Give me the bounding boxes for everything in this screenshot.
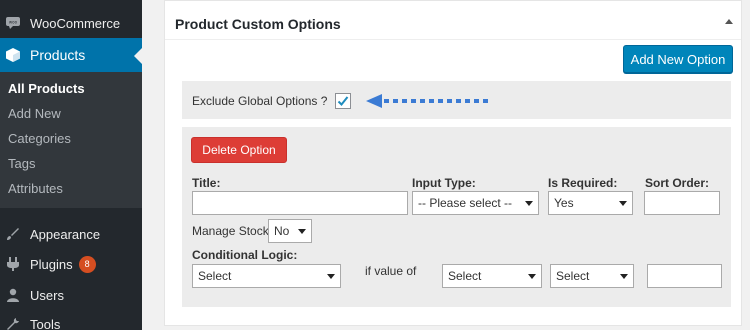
sidebar-item-appearance[interactable]: Appearance [0, 222, 142, 246]
chevron-down-icon [619, 201, 627, 206]
title-label: Title: [192, 176, 221, 190]
chevron-down-icon [620, 274, 628, 279]
input-type-label: Input Type: [412, 176, 476, 190]
delete-option-button[interactable]: Delete Option [191, 137, 287, 163]
svg-text:woo: woo [9, 20, 18, 25]
sidebar-item-products[interactable]: Products [0, 38, 142, 72]
chevron-down-icon [327, 274, 335, 279]
chevron-down-icon [298, 229, 306, 234]
input-type-value: -- Please select -- [418, 196, 513, 210]
products-submenu: All Products Add New Categories Tags Att… [0, 72, 142, 208]
is-required-value: Yes [554, 196, 574, 210]
appearance-icon [6, 227, 20, 241]
is-required-select[interactable]: Yes [548, 191, 633, 215]
pointer-arrow-icon [366, 94, 488, 108]
panel-title: Product Custom Options [175, 16, 341, 32]
sidebar-item-plugins[interactable]: Plugins 8 [0, 252, 142, 276]
panel-divider [165, 39, 741, 40]
plugins-update-badge: 8 [78, 255, 96, 273]
sort-order-input[interactable] [644, 191, 720, 215]
woocommerce-icon: woo [6, 16, 20, 30]
plugins-icon [6, 257, 20, 271]
condition-extra-input[interactable] [647, 264, 722, 288]
condition-field-select[interactable]: Select [442, 264, 542, 288]
sidebar-item-label: WooCommerce [30, 15, 121, 31]
product-custom-options-panel: Product Custom Options Add New Option Ex… [164, 0, 742, 326]
submenu-tags[interactable]: Tags [8, 156, 35, 171]
sidebar-item-label: Tools [30, 316, 61, 330]
chevron-down-icon [525, 201, 533, 206]
condition-value-select[interactable]: Select [550, 264, 634, 288]
manage-stock-select[interactable]: No [268, 219, 312, 243]
sidebar-item-users[interactable]: Users [0, 283, 142, 307]
input-type-select[interactable]: -- Please select -- [412, 191, 539, 215]
add-new-option-button[interactable]: Add New Option [623, 45, 733, 73]
checkmark-icon [337, 96, 349, 106]
submenu-add-new[interactable]: Add New [8, 106, 61, 121]
tools-icon [6, 317, 20, 330]
submenu-all-products[interactable]: All Products [8, 81, 85, 96]
sidebar-item-label: Plugins [30, 256, 73, 272]
sidebar-item-tools[interactable]: Tools [0, 313, 142, 330]
exclude-global-options-row: Exclude Global Options ? [182, 81, 731, 119]
manage-stock-value: No [274, 224, 290, 238]
admin-sidebar: woo WooCommerce Products All Products Ad… [0, 0, 142, 330]
sidebar-item-label: Products [30, 47, 86, 63]
if-value-of-label: if value of [365, 264, 417, 278]
sidebar-item-label: Users [30, 287, 64, 303]
option-row: Delete Option Title: Input Type: -- Plea… [182, 127, 731, 307]
title-input[interactable] [192, 191, 408, 215]
products-icon [6, 48, 20, 62]
conditional-logic-value: Select [198, 269, 232, 283]
chevron-down-icon [528, 274, 536, 279]
collapse-arrow-icon[interactable] [725, 19, 733, 24]
sort-order-label: Sort Order: [645, 176, 710, 190]
users-icon [6, 288, 20, 302]
is-required-label: Is Required: [548, 176, 618, 190]
submenu-categories[interactable]: Categories [8, 131, 71, 146]
submenu-attributes[interactable]: Attributes [8, 181, 63, 196]
exclude-global-options-label: Exclude Global Options ? [192, 94, 328, 108]
sidebar-item-label: Appearance [30, 226, 101, 242]
manage-stock-label: Manage Stock [192, 224, 269, 238]
conditional-logic-label: Conditional Logic: [192, 248, 298, 262]
condition-field-value: Select [448, 269, 482, 283]
sidebar-item-woocommerce[interactable]: woo WooCommerce [0, 8, 142, 38]
condition-value-value: Select [556, 269, 590, 283]
conditional-logic-select[interactable]: Select [192, 264, 341, 288]
exclude-global-options-checkbox[interactable] [335, 93, 351, 109]
